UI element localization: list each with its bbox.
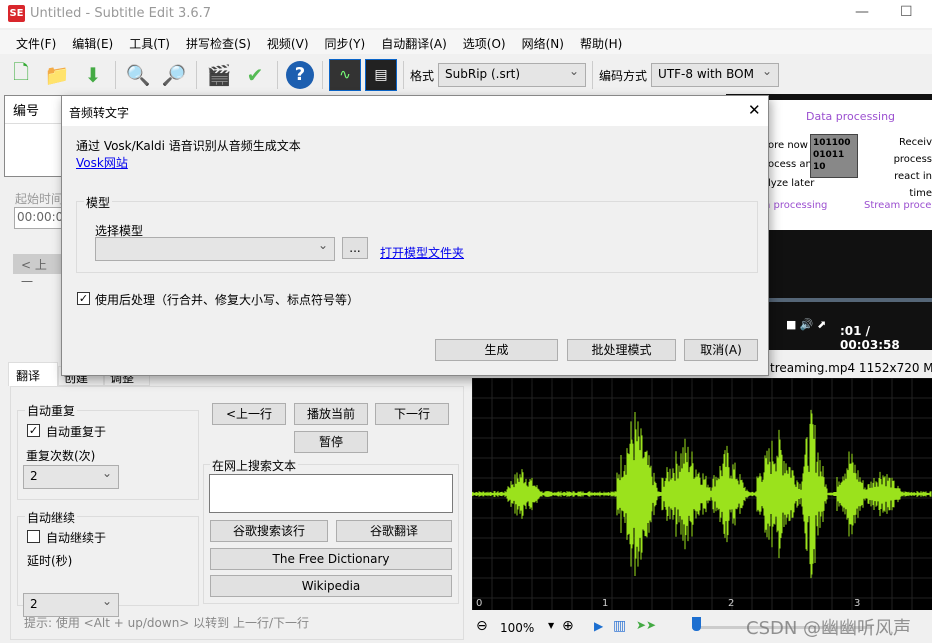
visual-sync-icon[interactable]: 🎬 [203, 59, 235, 91]
delay-label: 延时(秒) [27, 554, 73, 568]
menu-options[interactable]: 选项(O) [455, 30, 514, 54]
save-download-icon[interactable]: ⬇ [77, 59, 109, 91]
post-process-checkbox[interactable]: ✓ [77, 292, 90, 305]
google-translate-button[interactable]: 谷歌翻译 [336, 520, 452, 542]
next-line-button[interactable]: 下一行 [375, 403, 449, 425]
format-select[interactable]: SubRip (.srt) [438, 63, 587, 87]
waveform-tick-label: 2 [728, 598, 734, 609]
dialog-title: 音频转文字 [69, 106, 130, 120]
replace-icon[interactable]: 🔎 [158, 59, 190, 91]
menu-spellcheck[interactable]: 拼写检查(S) [178, 30, 259, 54]
cancel-button[interactable]: 取消(A) [684, 339, 758, 361]
batch-mode-button[interactable]: 批处理模式 [567, 339, 676, 361]
menu-sync[interactable]: 同步(Y) [317, 30, 374, 54]
waveform[interactable]: 0 1 2 3 [472, 378, 932, 610]
audio-to-text-dialog: 音频转文字 ✕ 通过 Vosk/Kaldi 语音识别从音频生成文本 Vosk网站… [61, 95, 769, 376]
menu-help[interactable]: 帮助(H) [572, 30, 630, 54]
play-current-button[interactable]: 播放当前 [294, 403, 368, 425]
slider-thumb[interactable] [692, 617, 701, 631]
slide-caption-right: Stream proce [864, 200, 932, 211]
zoom-out-icon[interactable]: ⊖ [476, 618, 488, 634]
menu-video[interactable]: 视频(V) [259, 30, 317, 54]
encoding-label: 编码方式 [599, 68, 648, 83]
zoom-dropdown-icon[interactable]: ▼ [548, 621, 554, 630]
binary-wrench-icon: 101100 01011 10 [810, 134, 858, 178]
open-folder-icon[interactable]: 📁 [41, 59, 73, 91]
subtitle-list[interactable]: 编号 [4, 95, 64, 177]
auto-continue-group-label: 自动继续 [25, 509, 78, 526]
new-file-icon[interactable]: 🗋 [5, 59, 37, 91]
spell-check-icon[interactable]: ✔ [239, 59, 271, 91]
minimize-button[interactable]: — [855, 4, 869, 20]
toolbar: 🗋 📁 ⬇ 🔍 🔎 🎬 ✔ ? ∿ ▤ 格式 SubRip (.srt) 编码方… [0, 56, 932, 94]
browse-button[interactable]: ... [342, 237, 368, 259]
waveform-tick-label: 3 [854, 598, 860, 609]
model-select[interactable] [95, 237, 335, 261]
auto-repeat-label: 自动重复于 [46, 425, 107, 439]
zoom-in-icon[interactable]: ⊕ [562, 618, 574, 634]
web-search-input[interactable] [209, 474, 453, 513]
zoom-select[interactable]: 100% [500, 621, 534, 635]
start-time-input[interactable]: 00:00:00 [14, 207, 71, 229]
menu-tools[interactable]: 工具(T) [121, 30, 178, 54]
web-search-group-label: 在网上搜索文本 [210, 457, 299, 474]
tab-translate[interactable]: 翻译 [8, 362, 58, 386]
waveform-toggle-icon[interactable]: ∿ [329, 59, 361, 91]
pause-button[interactable]: 暂停 [294, 431, 368, 453]
prev-button-bg[interactable]: < 上一 [13, 254, 63, 289]
dialog-description: 通过 Vosk/Kaldi 语音识别从音频生成文本 [76, 139, 301, 153]
slide-caption-left: n processing [764, 200, 828, 211]
prev-line-button[interactable]: <上一行 [212, 403, 286, 425]
menu-bar: 文件(F) 编辑(E) 工具(T) 拼写检查(S) 视频(V) 同步(Y) 自动… [0, 30, 932, 54]
help-icon[interactable]: ? [284, 59, 316, 91]
auto-continue-label: 自动继续于 [46, 531, 107, 545]
title-bar: SE Untitled - Subtitle Edit 3.6.7 — ☐ [0, 0, 932, 28]
free-dictionary-button[interactable]: The Free Dictionary [210, 548, 452, 570]
fast-forward-icon[interactable]: ➤➤ [636, 618, 656, 632]
maximize-button[interactable]: ☐ [900, 4, 913, 20]
dialog-close-button[interactable]: ✕ [748, 101, 761, 119]
video-controls[interactable]: ■ 🔊 ⬈ [786, 318, 826, 331]
model-group-label: 模型 [84, 194, 113, 211]
hint-text: 提示: 使用 <Alt + up/down> 以转到 上一行/下一行 [24, 616, 310, 630]
play-icon[interactable]: ▶ [594, 619, 603, 633]
watermark: CSDN @幽幽听风声 [746, 618, 912, 639]
wikipedia-button[interactable]: Wikipedia [210, 575, 452, 597]
time-display: :01 / 00:03:58 [840, 324, 900, 352]
menu-edit[interactable]: 编辑(E) [64, 30, 121, 54]
waveform-tick-label: 0 [476, 598, 482, 609]
find-icon[interactable]: 🔍 [122, 59, 154, 91]
slide-right-text: Receiv process react in time [893, 137, 932, 199]
window-title: Untitled - Subtitle Edit 3.6.7 [30, 6, 212, 21]
post-process-label: 使用后处理（行合并、修复大小写、标点符号等） [95, 293, 360, 307]
repeat-count-select[interactable]: 2 [23, 465, 119, 489]
video-file-info: treaming.mp4 1152x720 MP [770, 361, 932, 375]
columns-icon[interactable]: ▥ [613, 618, 626, 634]
video-seek-bar[interactable] [766, 298, 932, 302]
format-label: 格式 [410, 68, 435, 83]
video-toggle-icon[interactable]: ▤ [365, 59, 397, 91]
column-number[interactable]: 编号 [5, 96, 63, 124]
google-search-button[interactable]: 谷歌搜索该行 [210, 520, 328, 542]
repeat-count-label: 重复次数(次) [26, 449, 96, 463]
slide-title: Data processing [806, 110, 896, 123]
start-time-label: 起始时间 [15, 192, 64, 206]
waveform-controls: ⊖ 100% ▼ ⊕ ▶ ▥ ➤➤ CSDN @幽幽听风声 [472, 612, 932, 643]
video-frame: Data processing ore now ocess and lyze lat… [760, 100, 932, 230]
generate-button[interactable]: 生成 [435, 339, 558, 361]
vosk-website-link[interactable]: Vosk网站 [76, 154, 128, 171]
menu-network[interactable]: 网络(N) [514, 30, 572, 54]
menu-file[interactable]: 文件(F) [8, 30, 64, 54]
menu-auto-translate[interactable]: 自动翻译(A) [373, 30, 455, 54]
waveform-tick-label: 1 [602, 598, 608, 609]
encoding-select[interactable]: UTF-8 with BOM [651, 63, 780, 87]
app-logo: SE [8, 5, 25, 22]
auto-repeat-group-label: 自动重复 [25, 402, 78, 419]
open-model-folder-link[interactable]: 打开模型文件夹 [380, 244, 464, 261]
auto-continue-checkbox[interactable] [27, 530, 40, 543]
dialog-title-bar: 音频转文字 ✕ [62, 96, 768, 126]
auto-repeat-checkbox[interactable]: ✓ [27, 424, 40, 437]
